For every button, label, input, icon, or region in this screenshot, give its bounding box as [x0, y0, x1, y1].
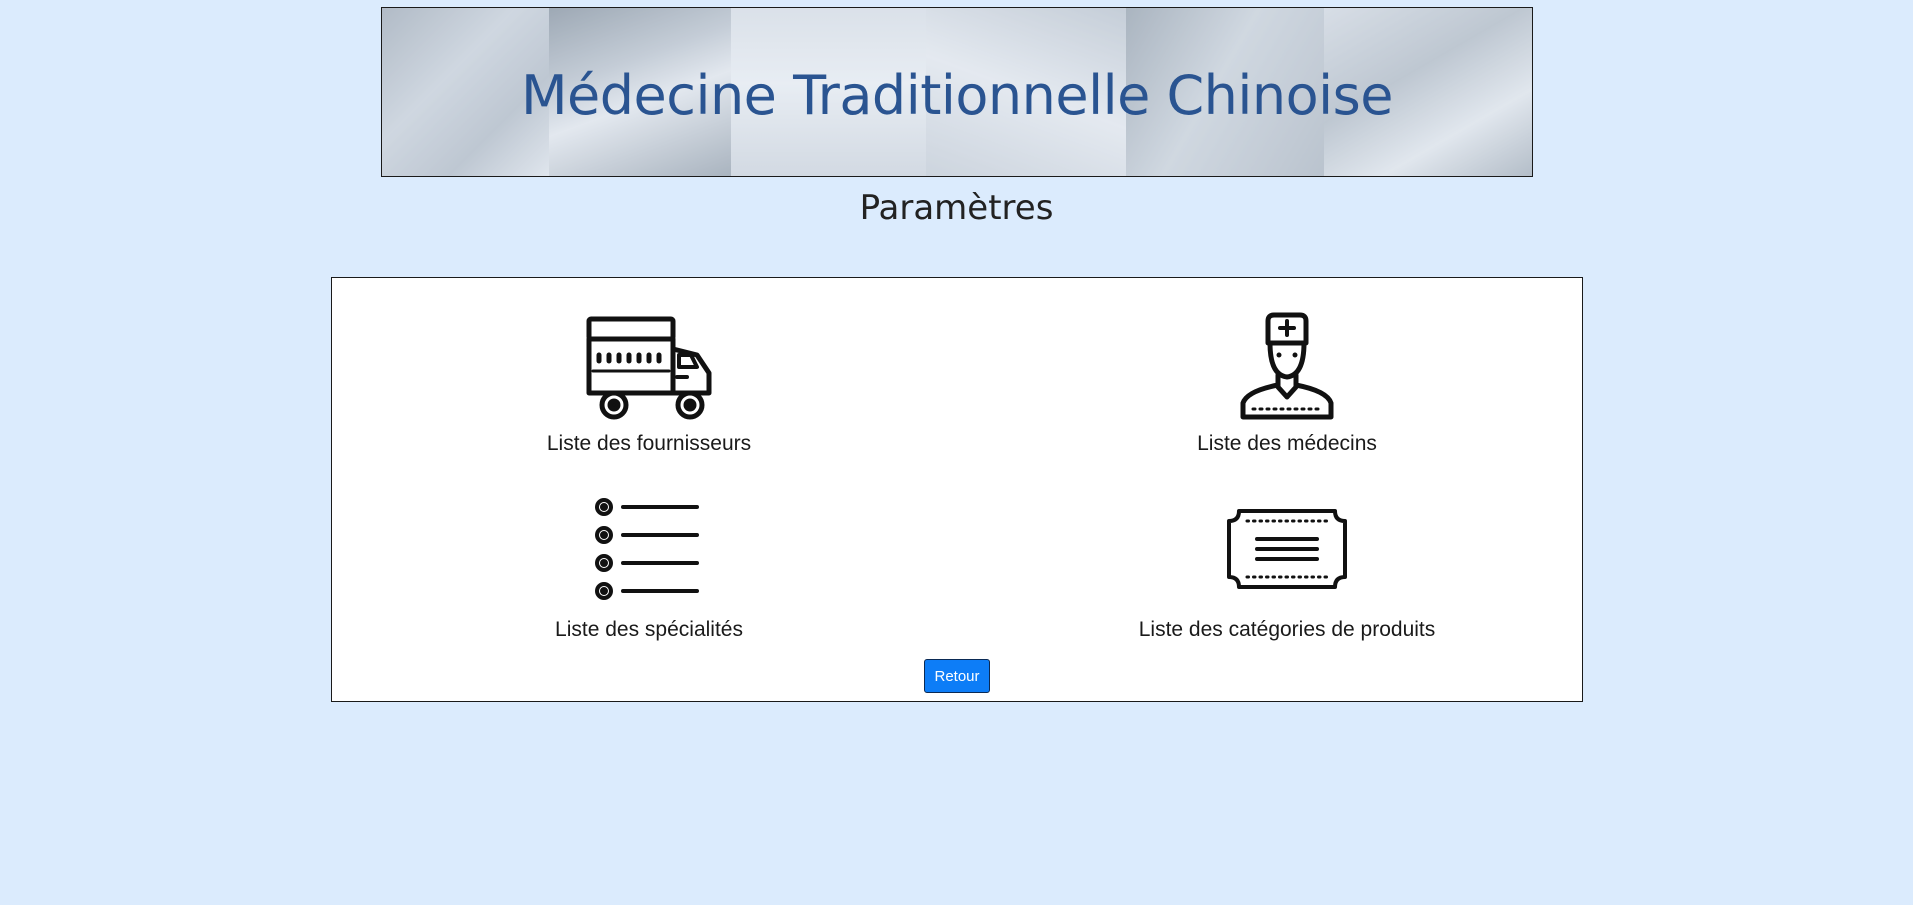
list-icon: [595, 498, 699, 600]
tile-specialties[interactable]: Liste des spécialités: [439, 497, 859, 643]
truck-icon: [586, 316, 712, 420]
tile-suppliers[interactable]: Liste des fournisseurs: [439, 311, 859, 457]
ticket-icon: [1227, 509, 1347, 589]
page-title: Paramètres: [859, 188, 1054, 228]
doctor-icon: [1240, 312, 1334, 420]
tile-label-product-categories: Liste des catégories de produits: [1138, 618, 1436, 641]
back-button[interactable]: Retour: [924, 659, 990, 693]
tile-product-categories[interactable]: Liste des catégories de produits: [1077, 497, 1497, 643]
tile-doctors[interactable]: Liste des médecins: [1077, 311, 1497, 457]
header-banner: Médecine Traditionnelle Chinoise: [381, 7, 1533, 177]
tile-label-doctors: Liste des médecins: [1197, 432, 1377, 455]
banner-title: Médecine Traditionnelle Chinoise: [520, 64, 1394, 127]
tile-label-suppliers: Liste des fournisseurs: [546, 432, 752, 455]
settings-panel: Liste des fournisseurs Liste des médecin…: [331, 277, 1583, 702]
tile-label-specialties: Liste des spécialités: [555, 618, 743, 641]
